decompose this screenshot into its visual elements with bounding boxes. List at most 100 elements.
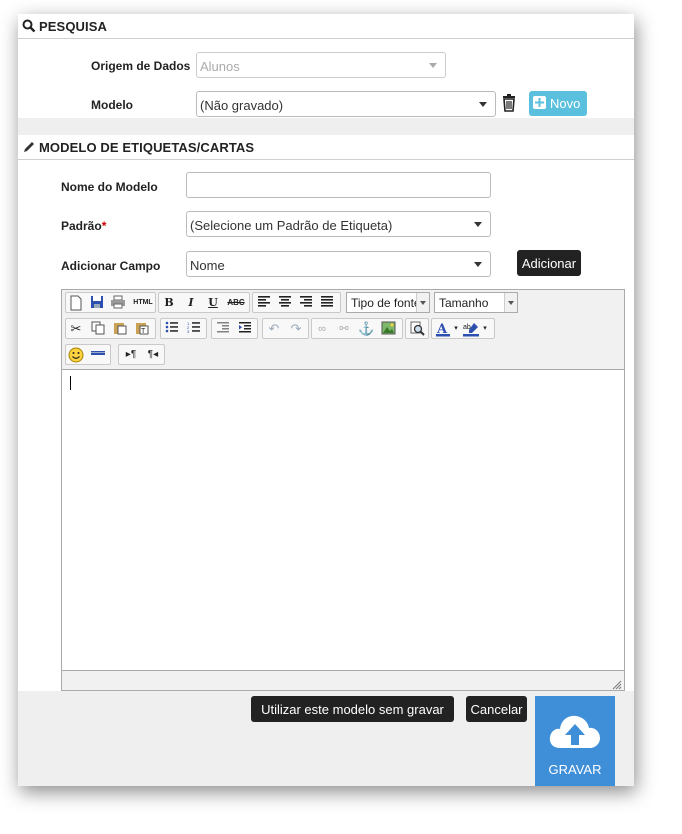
image-icon[interactable] (380, 321, 396, 337)
text-cursor (70, 376, 71, 390)
editor-content[interactable] (62, 370, 624, 670)
pesquisa-title: PESQUISA (39, 19, 107, 34)
nome-input[interactable] (186, 172, 491, 198)
copy-icon[interactable] (90, 321, 106, 337)
novo-label: Novo (550, 96, 581, 111)
campo-label: Adicionar Campo (61, 259, 161, 273)
bold-icon[interactable]: B (161, 295, 177, 311)
text-color-icon[interactable]: A (435, 321, 451, 337)
chevron-down-icon (479, 102, 487, 107)
origem-value: Alunos (200, 59, 240, 74)
new-document-icon[interactable] (68, 295, 84, 311)
resize-handle-icon[interactable] (612, 678, 622, 690)
link-icon[interactable]: ∞ (314, 321, 330, 337)
form-window: PESQUISA Origem de Dados Alunos Modelo (… (18, 14, 634, 786)
modelo-title: MODELO DE ETIQUETAS/CARTAS (39, 140, 255, 155)
chevron-down-icon (429, 63, 437, 68)
html-source-icon[interactable]: HTML (132, 295, 154, 311)
editor-statusbar (62, 670, 624, 690)
trash-icon[interactable] (501, 94, 517, 112)
undo-icon[interactable]: ↶ (266, 321, 282, 337)
cloud-upload-icon (548, 712, 602, 750)
find-icon[interactable] (409, 321, 425, 337)
rich-text-editor: HTML B I U ABC Tipo de fonte Tamanho ✂ T… (61, 289, 625, 691)
unlink-icon[interactable]: ⚯ (336, 321, 352, 337)
toolbar-group-links: ∞ ⚯ ⚓ (311, 318, 403, 339)
pesquisa-header: PESQUISA (18, 14, 634, 39)
chevron-down-icon[interactable]: ▾ (482, 321, 488, 337)
svg-text:3: 3 (187, 329, 190, 333)
bullet-list-icon[interactable] (164, 321, 180, 337)
horizontal-rule-icon[interactable] (90, 347, 106, 363)
paste-text-icon[interactable]: T (134, 321, 150, 337)
padrao-value: (Selecione um Padrão de Etiqueta) (190, 218, 393, 233)
save-label: GRAVAR (548, 762, 602, 777)
toolbar-group-indent (211, 318, 258, 339)
toolbar-group-color: A ▾ ab ▾ (431, 318, 495, 339)
toolbar-group-align (252, 292, 341, 313)
toolbar-group-lists: 123 (160, 318, 207, 339)
adicionar-button[interactable]: Adicionar (517, 250, 581, 276)
redo-icon[interactable]: ↷ (288, 321, 304, 337)
campo-select[interactable]: Nome (186, 251, 491, 277)
align-right-icon[interactable] (298, 295, 314, 311)
chevron-down-icon (474, 222, 482, 227)
modelo-header: MODELO DE ETIQUETAS/CARTAS (18, 135, 634, 160)
numbered-list-icon[interactable]: 123 (186, 321, 202, 337)
print-icon[interactable] (110, 295, 126, 311)
align-center-icon[interactable] (277, 295, 293, 311)
modelo-panel: MODELO DE ETIQUETAS/CARTAS Nome do Model… (18, 135, 634, 691)
anchor-icon[interactable]: ⚓ (358, 321, 374, 337)
paste-icon[interactable] (112, 321, 128, 337)
align-left-icon[interactable] (256, 295, 272, 311)
padrao-label: Padrão* (61, 219, 106, 233)
search-icon (22, 19, 36, 33)
align-justify-icon[interactable] (319, 295, 335, 311)
underline-icon[interactable]: U (205, 295, 221, 311)
chevron-down-icon (474, 262, 482, 267)
font-family-select[interactable]: Tipo de fonte (346, 292, 430, 313)
indent-icon[interactable] (237, 321, 253, 337)
ltr-icon[interactable]: ▸¶ (121, 347, 141, 363)
toolbar-group-search (405, 318, 429, 339)
toolbar-group-history: ↶ ↷ (262, 318, 309, 339)
pencil-icon (22, 140, 36, 154)
origem-select[interactable]: Alunos (196, 52, 446, 78)
font-size-value: Tamanho (439, 296, 489, 310)
toolbar-group-clipboard: ✂ T (65, 318, 156, 339)
toolbar-group-format: B I U ABC (158, 292, 250, 313)
strikethrough-icon[interactable]: ABC (226, 295, 246, 311)
font-family-value: Tipo de fonte (351, 296, 421, 310)
required-mark: * (101, 219, 107, 233)
save-icon[interactable] (89, 295, 105, 311)
chevron-down-icon[interactable]: ▾ (453, 321, 459, 337)
cut-icon[interactable]: ✂ (68, 321, 84, 337)
toolbar-group-document: HTML (65, 292, 156, 313)
rtl-icon[interactable]: ¶◂ (143, 347, 163, 363)
padrao-select[interactable]: (Selecione um Padrão de Etiqueta) (186, 211, 491, 237)
chevron-down-icon (416, 293, 429, 312)
chevron-down-icon (504, 293, 517, 312)
toolbar-group-insert (65, 344, 111, 365)
highlight-color-icon[interactable]: ab (462, 321, 479, 337)
cancel-button[interactable]: Cancelar (466, 696, 527, 722)
origem-label: Origem de Dados (91, 59, 191, 73)
modelo-value: (Não gravado) (200, 98, 284, 113)
svg-text:T: T (141, 328, 146, 335)
novo-button[interactable]: Novo (529, 91, 587, 116)
outdent-icon[interactable] (215, 321, 231, 337)
save-button[interactable]: GRAVAR (535, 696, 615, 786)
nome-label: Nome do Modelo (61, 180, 158, 194)
toolbar-group-direction: ▸¶ ¶◂ (118, 344, 165, 365)
smiley-icon[interactable] (68, 347, 84, 363)
padrao-label-text: Padrão (61, 219, 102, 233)
campo-value: Nome (190, 258, 225, 273)
modelo-select[interactable]: (Não gravado) (196, 91, 496, 117)
editor-toolbar: HTML B I U ABC Tipo de fonte Tamanho ✂ T… (62, 290, 624, 370)
modelo-label: Modelo (91, 98, 133, 112)
font-size-select[interactable]: Tamanho (434, 292, 518, 313)
italic-icon[interactable]: I (183, 295, 199, 311)
pesquisa-panel: PESQUISA Origem de Dados Alunos Modelo (… (18, 14, 634, 118)
plus-icon (533, 96, 546, 109)
use-without-save-button[interactable]: Utilizar este modelo sem gravar (251, 696, 454, 722)
